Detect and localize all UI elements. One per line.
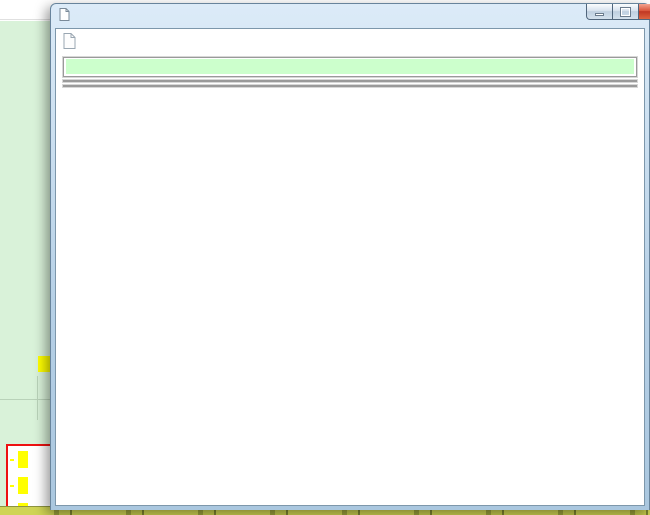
permutation-table-title	[66, 59, 634, 74]
permutation-table	[63, 57, 637, 77]
4d-row	[10, 451, 28, 468]
window-controls	[586, 4, 650, 20]
grid-line	[0, 399, 55, 400]
close-button[interactable]	[639, 4, 650, 20]
highlight-cell-fragment	[18, 477, 28, 494]
highlight-cell-fragment	[18, 451, 28, 468]
highlight-red-box	[6, 444, 54, 515]
draws-table	[63, 80, 637, 82]
page-top-strip	[56, 29, 644, 57]
window-titlebar	[51, 4, 649, 26]
maximize-button[interactable]	[613, 4, 639, 20]
tables-area	[56, 57, 644, 87]
minimize-button[interactable]	[586, 4, 613, 20]
grid-line	[37, 376, 38, 420]
stats-table	[63, 85, 637, 87]
4d-row	[10, 477, 28, 494]
maximize-icon	[621, 8, 630, 16]
document-icon	[63, 33, 76, 54]
4d-cell	[10, 485, 14, 487]
4d-cell	[10, 459, 14, 461]
page-icon	[59, 8, 70, 24]
minimize-icon	[595, 13, 604, 16]
chrome-popup-window	[50, 3, 650, 510]
page-content	[55, 28, 645, 506]
